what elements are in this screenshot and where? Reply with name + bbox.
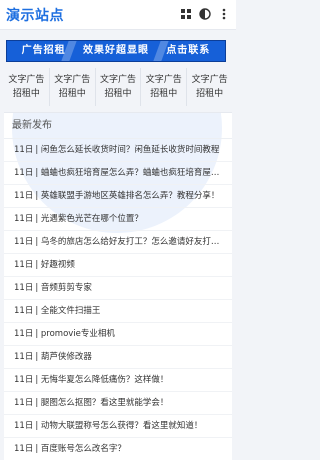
- post-title[interactable]: 动物大联盟称号怎么获得？看这里就知道！: [41, 421, 203, 431]
- post-date: 11日: [14, 375, 34, 385]
- header-icons: [180, 8, 230, 20]
- post-title[interactable]: 腿图怎么抠图？看这里就能学会！: [41, 398, 169, 408]
- post-title[interactable]: 无悔华夏怎么降低痛伤？这样做！: [41, 375, 169, 385]
- post-title[interactable]: 全能文件扫描王: [41, 306, 101, 316]
- post-item[interactable]: 11日 | 腿图怎么抠图？看这里就能学会！: [4, 392, 232, 415]
- post-item[interactable]: 11日 | 闲鱼怎么延长收货时间？闲鱼延长收货时间教程: [4, 139, 232, 162]
- post-date: 11日: [14, 421, 34, 431]
- post-title[interactable]: 百度账号怎么改名字？: [41, 444, 126, 454]
- post-title[interactable]: 乌冬的旅店怎么给好友打工？怎么邀请好友打工？: [41, 237, 228, 247]
- post-item[interactable]: 11日 | 全能文件扫描王: [4, 300, 232, 323]
- ad-banner-text: 广告招租 效果好超显眼 点击联系: [7, 41, 225, 61]
- post-item[interactable]: 11日 | 无悔华夏怎么降低痛伤？这样做！: [4, 369, 232, 392]
- post-item[interactable]: 11日 | 光遇紫色光芒在哪个位置？: [4, 208, 232, 231]
- text-ad-cell[interactable]: 文字广告招租中: [94, 68, 141, 106]
- text-ad-cell[interactable]: 文字广告招租中: [4, 68, 49, 106]
- grid-icon[interactable]: [180, 8, 192, 20]
- post-date: 11日: [14, 237, 34, 247]
- post-date: 11日: [14, 168, 34, 178]
- post-item[interactable]: 11日 | 葫芦侠修改器: [4, 346, 232, 369]
- post-item[interactable]: 11日 | promovie专业相机: [4, 323, 232, 346]
- post-title[interactable]: 英雄联盟手游地区英雄排名怎么弄？教程分享！: [41, 191, 220, 201]
- post-list: 11日 | 闲鱼怎么延长收货时间？闲鱼延长收货时间教程 11日 | 蛐蛐也疯狂培育屋怎…: [4, 139, 232, 460]
- text-ad-cell[interactable]: 文字广告招租中: [186, 68, 232, 106]
- text-ad-cell[interactable]: 文字广告招租中: [48, 68, 95, 106]
- panel-title: 最新发布: [4, 113, 232, 139]
- post-item[interactable]: 11日 | 乌冬的旅店怎么给好友打工？怎么邀请好友打工？: [4, 231, 232, 254]
- post-title[interactable]: 蛐蛐也疯狂培育屋怎么弄？蛐蛐也疯狂培育屋玩法: [41, 168, 228, 178]
- post-date: 11日: [14, 214, 34, 224]
- post-title[interactable]: 闲鱼怎么延长收货时间？闲鱼延长收货时间教程: [41, 145, 220, 155]
- post-date: 11日: [14, 352, 34, 362]
- ad-word: 广告招租: [21, 45, 66, 56]
- site-logo[interactable]: 演示站点: [6, 5, 64, 25]
- post-date: 11日: [14, 145, 34, 155]
- post-date: 11日: [14, 306, 34, 316]
- post-date: 11日: [14, 191, 34, 201]
- ad-word: 效果好超显眼: [82, 45, 149, 56]
- post-item[interactable]: 11日 | 好趣视频: [4, 254, 232, 277]
- post-title[interactable]: 音频剪剪专家: [41, 283, 92, 293]
- contrast-icon[interactable]: [199, 8, 211, 20]
- post-item[interactable]: 11日 | 英雄联盟手游地区英雄排名怎么弄？教程分享！: [4, 185, 232, 208]
- more-icon[interactable]: [218, 8, 230, 20]
- post-item[interactable]: 11日 | 百度账号怎么改名字？: [4, 438, 232, 460]
- post-date: 11日: [14, 444, 34, 454]
- post-date: 11日: [14, 398, 34, 408]
- post-item[interactable]: 11日 | 蛐蛐也疯狂培育屋怎么弄？蛐蛐也疯狂培育屋玩法: [4, 162, 232, 185]
- post-title[interactable]: 好趣视频: [41, 260, 75, 270]
- top-header: 演示站点: [0, 0, 236, 30]
- ad-word: 点击联系: [166, 45, 211, 56]
- post-title[interactable]: 光遇紫色光芒在哪个位置？: [41, 214, 143, 224]
- post-title[interactable]: promovie专业相机: [41, 329, 115, 339]
- text-ad-cell[interactable]: 文字广告招租中: [140, 68, 186, 106]
- latest-posts-panel: 最新发布 11日 | 闲鱼怎么延长收货时间？闲鱼延长收货时间教程 11日 | 蛐蛐也疯…: [4, 112, 232, 460]
- post-date: 11日: [14, 329, 34, 339]
- text-ad-grid: 文字广告招租中 文字广告招租中 文字广告招租中 文字广告招租中 文字广告招租中: [4, 68, 232, 106]
- post-item[interactable]: 11日 | 音频剪剪专家: [4, 277, 232, 300]
- post-item[interactable]: 11日 | 动物大联盟称号怎么获得？看这里就知道！: [4, 415, 232, 438]
- post-date: 11日: [14, 260, 34, 270]
- post-date: 11日: [14, 283, 34, 293]
- ad-banner[interactable]: 广告招租 效果好超显眼 点击联系: [6, 40, 226, 62]
- post-title[interactable]: 葫芦侠修改器: [41, 352, 92, 362]
